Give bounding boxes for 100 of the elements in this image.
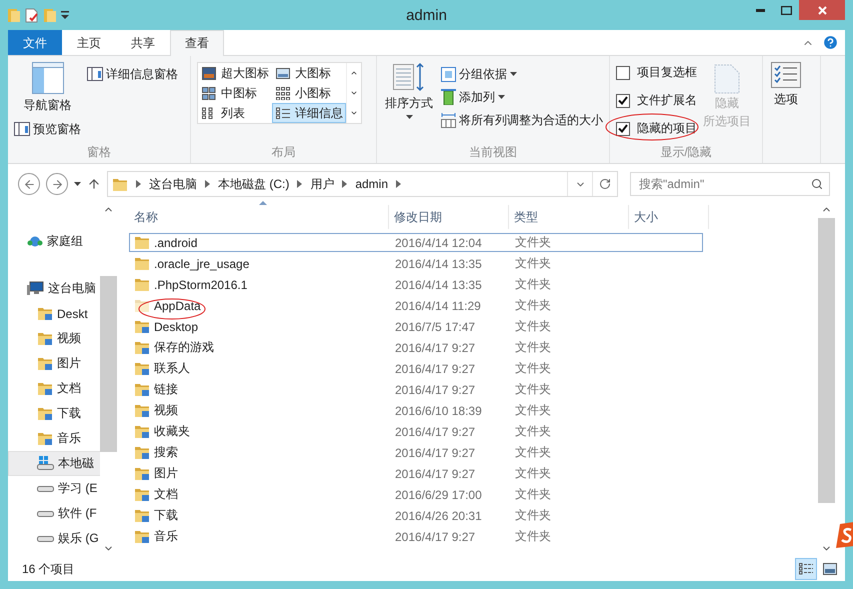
back-button[interactable] xyxy=(18,173,40,195)
scroll-down-icon[interactable] xyxy=(350,89,358,97)
preview-pane-button[interactable]: 预览窗格 xyxy=(14,119,81,139)
column-header[interactable]: 大小 xyxy=(629,205,709,229)
checkbox[interactable]: 文件扩展名 xyxy=(616,88,697,113)
check-icon xyxy=(618,96,628,105)
navigation-pane-button[interactable]: 导航窗格 xyxy=(14,60,81,116)
file-row[interactable]: 文档 2016/6/29 17:00 文件夹 xyxy=(129,485,703,504)
file-row[interactable]: Desktop 2016/7/5 17:47 文件夹 xyxy=(129,317,703,336)
dropdown-icon[interactable] xyxy=(61,11,69,19)
nav-item[interactable]: 娱乐 (G xyxy=(8,526,100,551)
file-row[interactable]: 联系人 2016/4/17 9:27 文件夹 xyxy=(129,359,703,378)
add-columns-button[interactable]: 添加列 xyxy=(441,87,603,107)
document-icon[interactable] xyxy=(25,8,39,22)
file-row[interactable]: 保存的游戏 2016/4/17 9:27 文件夹 xyxy=(129,338,703,357)
file-row[interactable]: .android 2016/4/14 12:04 文件夹 xyxy=(129,233,703,252)
checkbox[interactable]: 项目复选框 xyxy=(616,60,697,85)
sort-icon xyxy=(393,62,425,92)
file-name: 联系人 xyxy=(154,360,190,377)
expand-icon[interactable] xyxy=(350,109,358,117)
layout-option[interactable]: 超大图标 xyxy=(198,63,272,83)
date-cell-text: 2016/4/17 9:27 xyxy=(394,530,476,544)
breadcrumb[interactable]: 用户 xyxy=(310,176,334,192)
layout-option[interactable]: 详细信息 xyxy=(272,103,346,123)
folder-icon xyxy=(112,176,128,192)
column-header[interactable]: 修改日期 xyxy=(389,205,509,229)
layout-option[interactable]: 列表 xyxy=(198,103,272,123)
caret-icon xyxy=(498,95,505,99)
nav-item[interactable]: 文档 xyxy=(8,376,100,401)
ribbon-tab[interactable]: 查看 xyxy=(170,30,224,56)
folder-icon xyxy=(134,340,150,355)
column-header[interactable]: 名称 xyxy=(129,205,389,229)
type-cell-text: 文件夹 xyxy=(514,276,552,293)
file-row[interactable]: .oracle_jre_usage 2016/4/14 13:35 文件夹 xyxy=(129,254,703,273)
address-bar[interactable]: 这台电脑 本地磁盘 (C:) 用户 admin xyxy=(107,171,618,197)
forward-button[interactable] xyxy=(46,173,68,195)
file-row[interactable]: 图片 2016/4/17 9:27 文件夹 xyxy=(129,464,703,483)
input-method-icon[interactable] xyxy=(836,522,853,548)
group-by-button[interactable]: 分组依据 xyxy=(441,64,603,84)
date-cell-text: 2016/4/14 12:04 xyxy=(394,236,483,250)
folder-icon xyxy=(134,487,150,502)
type-cell-text: 文件夹 xyxy=(514,318,552,335)
search-icon[interactable] xyxy=(811,178,823,190)
breadcrumb[interactable]: admin xyxy=(355,177,388,191)
nav-item[interactable]: 本地磁 xyxy=(8,451,100,476)
sort-button[interactable]: 排序方式 xyxy=(383,60,435,143)
nav-item[interactable]: Deskt xyxy=(8,301,100,326)
layout-option[interactable]: 大图标 xyxy=(272,63,346,83)
folder-icon xyxy=(134,529,150,544)
file-row[interactable]: .PhpStorm2016.1 2016/4/14 13:35 文件夹 xyxy=(129,275,703,294)
chevron-right-icon[interactable] xyxy=(396,180,402,188)
options-button[interactable]: 选项 xyxy=(769,60,803,163)
breadcrumb[interactable]: 这台电脑 xyxy=(149,176,197,192)
breadcrumb[interactable]: 本地磁盘 (C:) xyxy=(218,176,290,192)
folder-icon xyxy=(134,298,150,313)
file-row[interactable]: 视频 2016/6/10 18:39 文件夹 xyxy=(129,401,703,420)
item-count: 16 个项目 xyxy=(22,560,75,578)
folder-icon xyxy=(134,235,150,250)
nav-item[interactable]: 下载 xyxy=(8,401,100,426)
search-field[interactable]: 搜索"admin" xyxy=(630,172,830,196)
file-row[interactable]: 音乐 2016/4/17 9:27 文件夹 xyxy=(129,527,703,546)
nav-item[interactable]: 这台电脑 xyxy=(8,276,100,301)
chevron-right-icon[interactable] xyxy=(205,180,210,188)
details-pane-button[interactable]: 详细信息窗格 xyxy=(87,64,178,84)
folder-icon xyxy=(134,445,150,460)
layout-option[interactable]: 小图标 xyxy=(272,83,346,103)
details-icon xyxy=(276,106,290,120)
forward-icon xyxy=(50,178,64,190)
scroll-up-icon[interactable] xyxy=(350,69,358,77)
nav-item[interactable]: 软件 (F xyxy=(8,501,100,526)
checklist-icon xyxy=(771,62,801,88)
file-name: 音乐 xyxy=(154,528,178,545)
chevron-right-icon[interactable] xyxy=(136,180,141,188)
help-icon[interactable] xyxy=(822,34,839,51)
chevron-right-icon[interactable] xyxy=(342,180,348,188)
computer-icon xyxy=(27,281,44,296)
ribbon-tab[interactable]: 文件 xyxy=(8,30,62,55)
nav-item[interactable]: 图片 xyxy=(8,351,100,376)
file-row[interactable]: 下载 2016/4/26 20:31 文件夹 xyxy=(129,506,703,525)
file-row[interactable]: 收藏夹 2016/4/17 9:27 文件夹 xyxy=(129,422,703,441)
size-columns-button[interactable]: 将所有列调整为合适的大小 xyxy=(441,110,603,130)
nav-item[interactable]: 音乐 xyxy=(8,426,100,451)
file-name: Desktop xyxy=(154,320,198,334)
chevron-right-icon[interactable] xyxy=(297,180,302,188)
layout-option[interactable]: 中图标 xyxy=(198,83,272,103)
nav-item[interactable]: 学习 (E xyxy=(8,476,100,501)
column-header[interactable]: 类型 xyxy=(509,205,629,229)
caret-icon xyxy=(406,115,412,119)
check-icon xyxy=(618,124,628,133)
date-cell-text: 2016/4/17 9:27 xyxy=(394,382,476,396)
nav-item[interactable]: 视频 xyxy=(8,326,100,351)
up-icon[interactable] xyxy=(87,177,101,191)
file-name: .android xyxy=(154,236,198,250)
details-view-button[interactable] xyxy=(795,558,817,580)
nav-item[interactable]: 家庭组 xyxy=(8,229,100,254)
details-icon xyxy=(799,563,813,575)
close-button[interactable] xyxy=(799,0,845,20)
file-row[interactable]: 搜索 2016/4/17 9:27 文件夹 xyxy=(129,443,703,462)
file-row[interactable]: AppData 2016/4/14 11:29 文件夹 xyxy=(129,296,703,315)
file-row[interactable]: 链接 2016/4/17 9:27 文件夹 xyxy=(129,380,703,399)
